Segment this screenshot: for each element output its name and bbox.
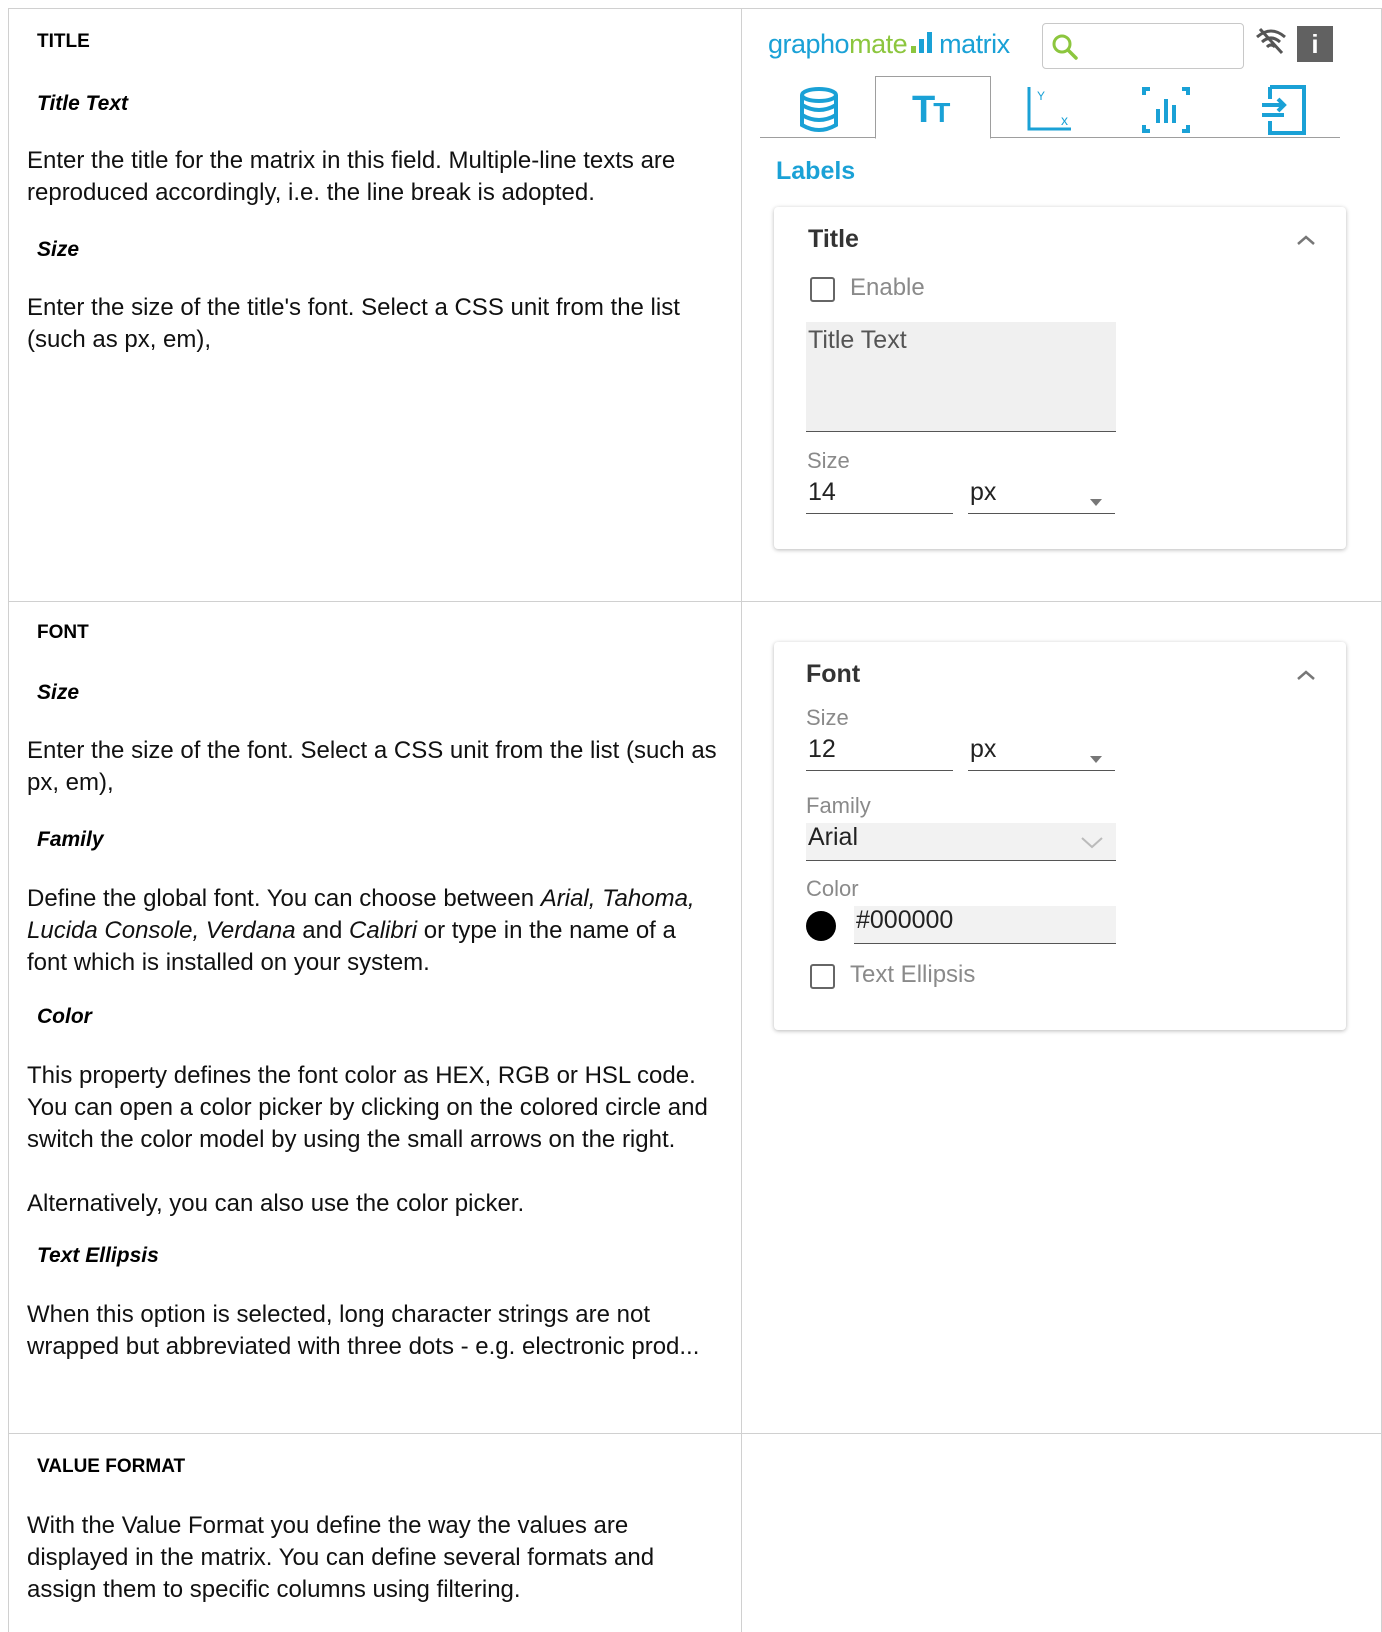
svg-text:x: x <box>1061 112 1068 128</box>
font-family-value: Arial <box>808 823 859 851</box>
title-size-desc: Enter the size of the title's font. Sele… <box>27 294 680 353</box>
dropdown-arrow-icon <box>1090 493 1102 511</box>
graphomate-logo: graphomate matrix <box>768 29 1010 60</box>
logo-text-mate: mate <box>849 29 908 59</box>
chart-icon[interactable] <box>1142 87 1190 138</box>
value-format-doc-cell: VALUE FORMAT With the Value Format you d… <box>9 1434 742 1632</box>
title-unit-value: px <box>970 478 997 506</box>
axis-icon[interactable]: Yx <box>1025 85 1075 138</box>
font-family-desc: Define the global font. You can choose b… <box>27 885 695 976</box>
font-family-heading: Family <box>37 828 104 851</box>
value-format-heading: VALUE FORMAT <box>37 1456 186 1477</box>
title-panel-cell: graphomate matrix i TT Yx Labels Title E… <box>742 9 1382 602</box>
color-swatch[interactable] <box>806 911 836 941</box>
title-card: Title Enable Title Text Size 14 px <box>774 207 1346 549</box>
value-format-desc: With the Value Format you define the way… <box>27 1512 655 1603</box>
text-icon: TT <box>912 89 950 131</box>
section-label-labels: Labels <box>776 157 856 185</box>
title-size-input[interactable]: 14 <box>806 478 953 514</box>
search-input[interactable] <box>1042 23 1244 69</box>
enable-checkbox[interactable] <box>810 277 835 302</box>
font-card: Font Size 12 px Family Arial Color #0000… <box>774 642 1346 1030</box>
info-icon[interactable]: i <box>1297 26 1333 62</box>
wifi-off-icon[interactable] <box>1254 27 1288 62</box>
font-color-desc-alt: Alternatively, you can also use the colo… <box>27 1190 525 1217</box>
font-color-desc: This property defines the font color as … <box>27 1062 708 1153</box>
text-ellipsis-heading: Text Ellipsis <box>37 1244 159 1267</box>
text-ellipsis-checkbox[interactable] <box>810 964 835 989</box>
font-family-select[interactable]: Arial <box>806 823 1116 861</box>
text-ellipsis-desc: When this option is selected, long chara… <box>27 1301 700 1360</box>
font-size-label: Size <box>806 705 849 730</box>
title-heading: TITLE <box>37 31 90 52</box>
title-card-header: Title <box>808 225 859 253</box>
svg-text:Y: Y <box>1037 89 1045 103</box>
title-text-heading: Title Text <box>37 92 129 115</box>
font-card-header: Font <box>806 660 861 688</box>
chevron-down-icon <box>1080 836 1104 855</box>
title-text-input[interactable]: Title Text <box>806 322 1116 432</box>
font-doc-cell: FONT Size Enter the size of the font. Se… <box>9 602 742 1434</box>
dropdown-arrow-icon <box>1090 750 1102 768</box>
enable-label: Enable <box>850 274 925 301</box>
font-panel-cell: Font Size 12 px Family Arial Color #0000… <box>742 602 1382 1434</box>
size-label: Size <box>807 448 850 473</box>
font-color-heading: Color <box>37 1005 92 1028</box>
logo-bars-icon <box>911 29 935 60</box>
logo-text-matrix: matrix <box>939 29 1010 59</box>
title-doc-cell: TITLE Title Text Enter the title for the… <box>9 9 742 602</box>
font-unit-value: px <box>970 735 997 763</box>
export-icon[interactable] <box>1260 85 1308 140</box>
font-color-label: Color <box>806 876 859 901</box>
search-icon <box>1051 33 1079 66</box>
font-color-input[interactable]: #000000 <box>854 906 1116 944</box>
logo-text-graph: grapho <box>768 29 850 59</box>
collapse-chevron-icon[interactable] <box>1296 233 1316 251</box>
collapse-chevron-icon[interactable] <box>1296 668 1316 686</box>
tab-labels[interactable]: TT <box>875 76 991 139</box>
text-ellipsis-label: Text Ellipsis <box>850 961 976 988</box>
value-format-panel-cell <box>742 1434 1382 1632</box>
font-heading: FONT <box>37 622 89 643</box>
title-text-desc: Enter the title for the matrix in this f… <box>27 147 676 206</box>
font-size-desc: Enter the size of the font. Select a CSS… <box>27 737 717 796</box>
data-icon[interactable] <box>798 87 840 138</box>
title-size-heading: Size <box>37 238 80 261</box>
font-size-input[interactable]: 12 <box>806 735 953 771</box>
documentation-table: TITLE Title Text Enter the title for the… <box>8 8 1382 1632</box>
font-family-label: Family <box>806 793 871 818</box>
font-size-heading: Size <box>37 681 80 704</box>
